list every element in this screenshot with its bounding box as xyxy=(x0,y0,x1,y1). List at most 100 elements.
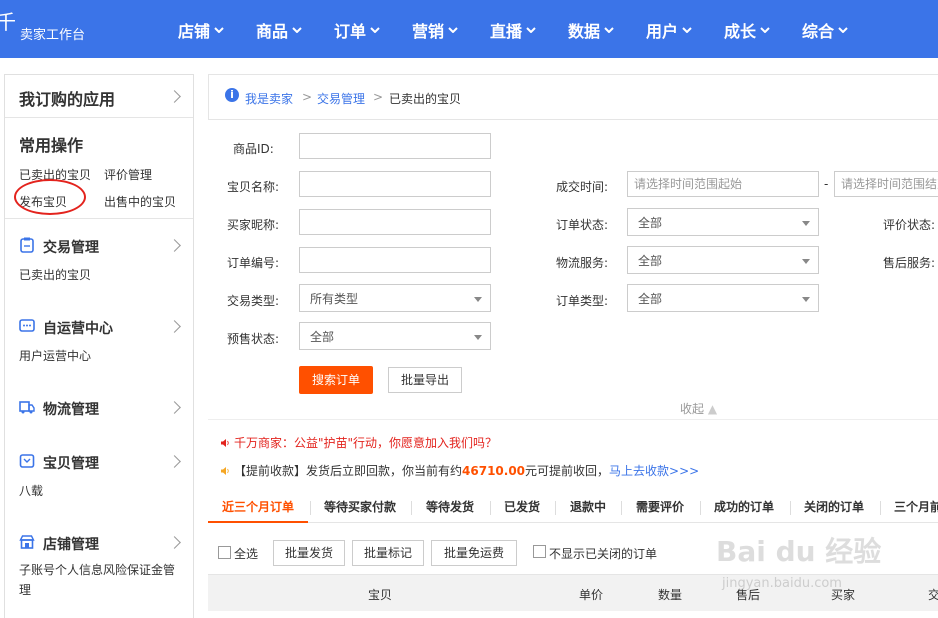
range-dash: - xyxy=(824,177,829,191)
hide-closed-label: 不显示已关闭的订单 xyxy=(549,547,658,561)
product-id-input[interactable] xyxy=(299,133,491,159)
buyer-nick-input[interactable] xyxy=(299,209,491,235)
tab-separator xyxy=(790,501,791,515)
column-item: 宝贝 xyxy=(368,588,393,602)
module-link-store-settings[interactable]: 子账号个人信息风险保证金管理 xyxy=(19,560,179,600)
breadcrumb-seller[interactable]: 我是卖家 xyxy=(245,90,293,107)
prepay-link[interactable]: 马上去收款>>> xyxy=(609,464,699,478)
breadcrumb: i 我是卖家 > 交易管理 > 已卖出的宝贝 xyxy=(208,74,938,120)
hide-closed-checkbox[interactable] xyxy=(533,545,546,558)
column-quantity: 数量 xyxy=(658,588,683,602)
select-all-checkbox[interactable] xyxy=(218,546,231,559)
subscribed-apps-header[interactable]: 我订购的应用 xyxy=(5,75,193,118)
sidebar: 我订购的应用 常用操作 已卖出的宝贝 评价管理 发布宝贝 出售中的宝贝 交易管理… xyxy=(4,74,194,618)
active-tab-indicator xyxy=(208,521,308,523)
chevron-down-icon xyxy=(604,27,614,33)
breadcrumb-separator: > xyxy=(373,90,384,104)
review-status-label: 评价状态: xyxy=(883,218,936,232)
tab-awaiting-shipment[interactable]: 等待发货 xyxy=(426,498,474,515)
chevron-down-icon xyxy=(682,27,692,33)
chevron-down-icon xyxy=(370,27,380,33)
nav-item-users[interactable]: 用户 xyxy=(646,18,724,42)
batch-free-shipping-button[interactable]: 批量免运费 xyxy=(431,540,517,566)
nav-item-general[interactable]: 综合 xyxy=(802,18,880,42)
nav-item-data[interactable]: 数据 xyxy=(568,18,646,42)
tab-awaiting-payment[interactable]: 等待买家付款 xyxy=(324,498,396,515)
module-title: 店铺管理 xyxy=(43,537,99,553)
batch-ship-button[interactable]: 批量发货 xyxy=(273,540,345,566)
batch-mark-button[interactable]: 批量标记 xyxy=(352,540,424,566)
tab-separator xyxy=(700,501,701,515)
module-link-baza[interactable]: 八载 xyxy=(19,481,179,501)
common-operations-title: 常用操作 xyxy=(19,136,84,155)
deal-time-end-input[interactable]: 请选择时间范围结束 xyxy=(834,171,938,197)
chat-icon xyxy=(19,319,35,332)
tab-separator xyxy=(621,501,622,515)
product-id-label: 商品ID: xyxy=(233,142,274,156)
info-icon: i xyxy=(225,88,239,102)
collapse-toggle[interactable]: 收起 ▲ xyxy=(680,400,717,417)
chevron-right-icon xyxy=(168,455,181,468)
watermark-url: jingyan.baidu.com xyxy=(722,576,842,591)
tab-separator xyxy=(555,501,556,515)
chevron-right-icon xyxy=(168,401,181,414)
nav-item-marketing[interactable]: 营销 xyxy=(412,18,490,42)
logistics-select[interactable]: 全部 xyxy=(627,246,819,274)
order-type-select[interactable]: 全部 xyxy=(627,284,819,312)
item-name-label: 宝贝名称: xyxy=(227,180,280,194)
trade-type-select[interactable]: 所有类型 xyxy=(299,284,491,312)
presale-select[interactable]: 全部 xyxy=(299,322,491,350)
order-status-label: 订单状态: xyxy=(556,218,609,232)
nav-item-goods[interactable]: 商品 xyxy=(256,18,334,42)
chevron-down-icon xyxy=(760,27,770,33)
dropdown-arrow-icon xyxy=(802,259,810,264)
batch-export-button[interactable]: 批量导出 xyxy=(388,367,462,393)
module-title: 交易管理 xyxy=(43,240,99,256)
link-review-management[interactable]: 评价管理 xyxy=(104,166,152,183)
tab-older-than-three-months[interactable]: 三个月前 xyxy=(894,498,938,515)
chevron-down-icon xyxy=(214,27,224,33)
subscribed-apps-title: 我订购的应用 xyxy=(19,90,116,109)
tab-recent-three-months[interactable]: 近三个月订单 xyxy=(222,498,294,515)
link-items-on-sale[interactable]: 出售中的宝贝 xyxy=(104,193,176,210)
search-orders-button[interactable]: 搜索订单 xyxy=(299,366,373,394)
chevron-down-icon xyxy=(448,27,458,33)
module-link-sold-items[interactable]: 已卖出的宝贝 xyxy=(19,265,179,285)
trade-type-label: 交易类型: xyxy=(227,294,280,308)
breadcrumb-separator: > xyxy=(302,90,313,104)
buyer-nick-label: 买家昵称: xyxy=(227,218,280,232)
nav-item-orders[interactable]: 订单 xyxy=(334,18,412,42)
tab-needs-review[interactable]: 需要评价 xyxy=(636,498,684,515)
module-link-user-ops[interactable]: 用户运营中心 xyxy=(19,346,179,366)
breadcrumb-current: 已卖出的宝贝 xyxy=(389,92,462,106)
nav-item-live[interactable]: 直播 xyxy=(490,18,568,42)
tab-refunding[interactable]: 退款中 xyxy=(570,498,606,515)
presale-label: 预售状态: xyxy=(227,332,280,346)
nav-item-growth[interactable]: 成长 xyxy=(724,18,802,42)
module-title: 宝贝管理 xyxy=(43,456,99,472)
dropdown-arrow-icon xyxy=(802,297,810,302)
order-status-select[interactable]: 全部 xyxy=(627,208,819,236)
clipboard-icon xyxy=(20,237,34,253)
deal-time-start-input[interactable]: 请选择时间范围起始 xyxy=(627,171,819,197)
chevron-up-icon: ▲ xyxy=(707,402,718,416)
charity-notice[interactable]: 千万商家：公益"护苗"行动，你愿意加入我们吗？ xyxy=(220,434,497,451)
dropdown-arrow-icon xyxy=(474,297,482,302)
nav-item-shop[interactable]: 店铺 xyxy=(178,18,256,42)
item-name-input[interactable] xyxy=(299,171,491,197)
logo: 千 xyxy=(0,10,16,34)
logistics-label: 物流服务: xyxy=(556,256,609,270)
tab-closed[interactable]: 关闭的订单 xyxy=(804,498,864,515)
highlight-circle xyxy=(14,179,86,215)
order-no-input[interactable] xyxy=(299,247,491,273)
chevron-right-icon xyxy=(168,90,181,103)
tab-successful[interactable]: 成功的订单 xyxy=(714,498,774,515)
top-navbar: 千 卖家工作台 店铺 商品 订单 营销 直播 数据 用户 成长 综合 xyxy=(0,0,938,58)
breadcrumb-trade[interactable]: 交易管理 xyxy=(317,90,365,107)
chevron-down-icon xyxy=(292,27,302,33)
tab-shipped[interactable]: 已发货 xyxy=(504,498,540,515)
module-title: 自运营中心 xyxy=(43,321,113,337)
module-title: 物流管理 xyxy=(43,402,99,418)
speaker-icon xyxy=(221,467,229,475)
after-sale-label: 售后服务: xyxy=(883,256,936,270)
